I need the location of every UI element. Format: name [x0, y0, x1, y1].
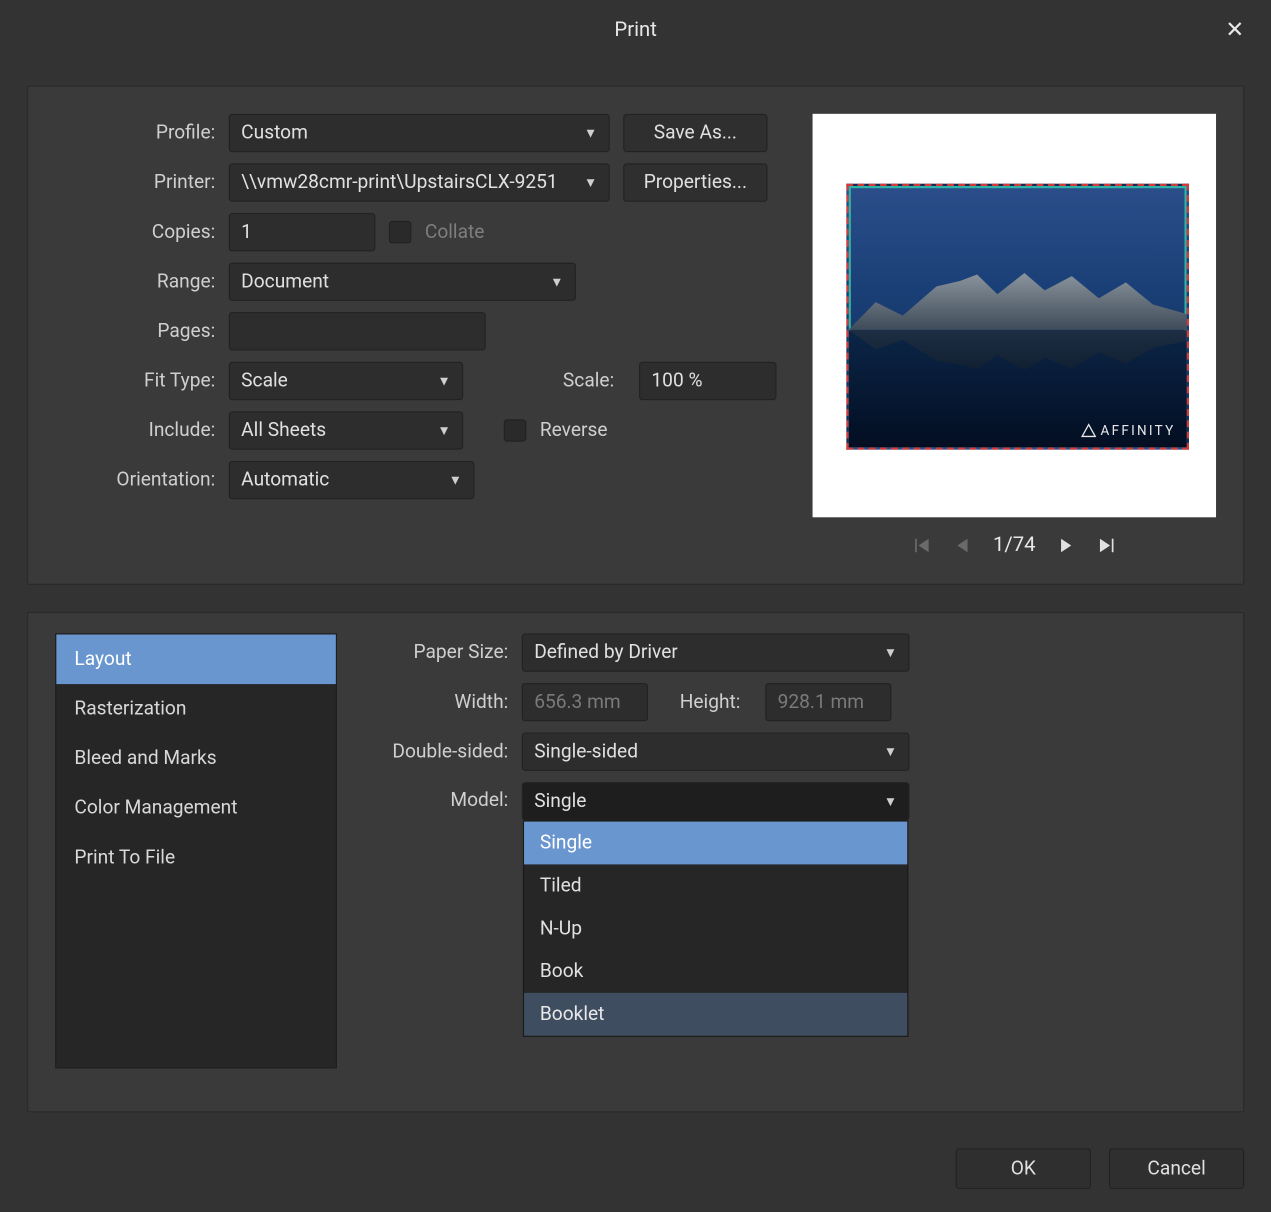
page-counter: 1/74: [993, 533, 1036, 557]
properties-button[interactable]: Properties...: [623, 163, 767, 201]
fit-type-value: Scale: [241, 370, 288, 393]
width-label: Width:: [364, 691, 522, 714]
chevron-down-icon: ▼: [884, 744, 897, 760]
print-preview: AFFINITY: [813, 114, 1216, 517]
scale-label: Scale:: [547, 370, 626, 393]
range-value: Document: [241, 270, 329, 293]
scale-input[interactable]: 100 %: [639, 362, 776, 400]
copies-label: Copies:: [55, 221, 229, 244]
last-page-icon[interactable]: [1096, 535, 1116, 555]
chevron-down-icon: ▼: [584, 175, 597, 191]
printer-value: \\vmw28cmr-print\UpstairsCLX-9251: [241, 171, 558, 194]
preview-page: AFFINITY: [846, 184, 1189, 450]
reverse-label: Reverse: [540, 419, 608, 442]
width-input[interactable]: 656.3 mm: [522, 683, 648, 721]
fit-type-label: Fit Type:: [55, 370, 229, 393]
chevron-down-icon: ▼: [550, 274, 563, 290]
tab-color-management[interactable]: Color Management: [56, 783, 335, 833]
chevron-down-icon: ▼: [449, 472, 462, 488]
fit-type-dropdown[interactable]: Scale ▼: [229, 362, 463, 400]
ok-button[interactable]: OK: [956, 1148, 1091, 1189]
titlebar: Print ✕: [0, 0, 1271, 59]
print-settings-panel: Profile: Custom ▼ Save As... Printer: \\…: [27, 86, 1244, 585]
model-dropdown-list: Single Tiled N-Up Book Booklet: [523, 820, 908, 1036]
next-page-icon[interactable]: [1056, 535, 1076, 555]
height-input[interactable]: 928.1 mm: [765, 683, 891, 721]
tab-print-to-file[interactable]: Print To File: [56, 833, 335, 883]
settings-tabs: Layout Rasterization Bleed and Marks Col…: [55, 633, 337, 1068]
tab-bleed-marks[interactable]: Bleed and Marks: [56, 734, 335, 784]
paper-size-label: Paper Size:: [364, 641, 522, 664]
orientation-label: Orientation:: [55, 469, 229, 492]
preview-pager: 1/74: [813, 533, 1216, 557]
first-page-icon[interactable]: [912, 535, 932, 555]
profile-label: Profile:: [55, 122, 229, 145]
double-sided-value: Single-sided: [534, 740, 638, 763]
brand-watermark: AFFINITY: [1080, 423, 1175, 439]
chevron-down-icon: ▼: [884, 645, 897, 661]
profile-dropdown[interactable]: Custom ▼: [229, 114, 610, 152]
range-label: Range:: [55, 270, 229, 293]
save-as-button[interactable]: Save As...: [623, 114, 767, 152]
range-dropdown[interactable]: Document ▼: [229, 263, 576, 301]
orientation-dropdown[interactable]: Automatic ▼: [229, 461, 475, 499]
reverse-checkbox[interactable]: [504, 419, 527, 442]
cancel-button[interactable]: Cancel: [1109, 1148, 1244, 1189]
height-label: Height:: [662, 691, 752, 714]
include-value: All Sheets: [241, 419, 326, 442]
model-dropdown[interactable]: Single ▼ Single Tiled N-Up Book Booklet: [522, 782, 910, 820]
collate-label: Collate: [425, 221, 485, 244]
chevron-down-icon: ▼: [884, 793, 897, 809]
window-title: Print: [614, 17, 656, 41]
dialog-footer: OK Cancel: [0, 1139, 1271, 1211]
chevron-down-icon: ▼: [437, 423, 450, 439]
model-option-single[interactable]: Single: [524, 822, 907, 865]
tab-layout[interactable]: Layout: [56, 635, 335, 685]
model-option-nup[interactable]: N-Up: [524, 907, 907, 950]
model-option-tiled[interactable]: Tiled: [524, 864, 907, 907]
layout-panel: Layout Rasterization Bleed and Marks Col…: [27, 612, 1244, 1112]
double-sided-label: Double-sided:: [364, 740, 522, 763]
close-icon[interactable]: ✕: [1214, 9, 1255, 50]
profile-value: Custom: [241, 122, 308, 145]
collate-checkbox[interactable]: [389, 221, 412, 244]
copies-input[interactable]: 1: [229, 213, 376, 251]
include-label: Include:: [55, 419, 229, 442]
printer-label: Printer:: [55, 171, 229, 194]
include-dropdown[interactable]: All Sheets ▼: [229, 411, 463, 449]
chevron-down-icon: ▼: [584, 125, 597, 141]
pages-label: Pages:: [55, 320, 229, 343]
model-option-booklet[interactable]: Booklet: [524, 993, 907, 1036]
model-value: Single: [534, 790, 586, 813]
paper-size-dropdown[interactable]: Defined by Driver ▼: [522, 633, 910, 671]
pages-input[interactable]: [229, 312, 486, 350]
double-sided-dropdown[interactable]: Single-sided ▼: [522, 733, 910, 771]
model-label: Model:: [364, 782, 522, 811]
brand-text: AFFINITY: [1101, 423, 1176, 439]
prev-page-icon[interactable]: [952, 535, 972, 555]
orientation-value: Automatic: [241, 469, 329, 492]
model-option-book[interactable]: Book: [524, 950, 907, 993]
printer-dropdown[interactable]: \\vmw28cmr-print\UpstairsCLX-9251 ▼: [229, 163, 610, 201]
paper-size-value: Defined by Driver: [534, 641, 678, 664]
chevron-down-icon: ▼: [437, 373, 450, 389]
tab-rasterization[interactable]: Rasterization: [56, 684, 335, 734]
